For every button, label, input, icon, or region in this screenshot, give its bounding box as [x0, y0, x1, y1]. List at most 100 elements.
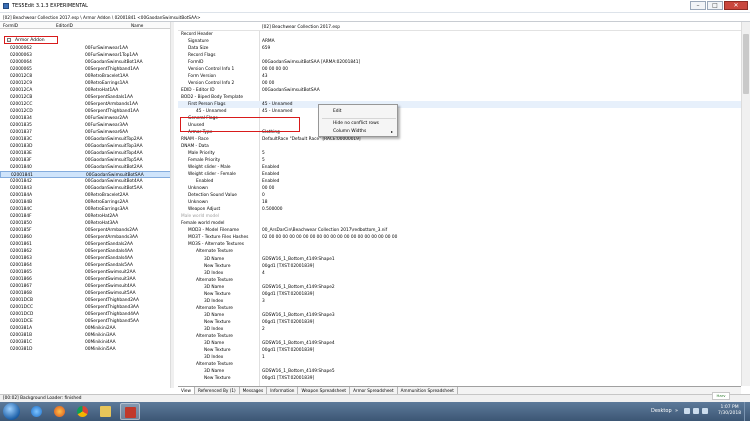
record-field-row[interactable]: New Texture 00gd1 [TXST:02001839]	[178, 375, 741, 382]
record-field-row[interactable]: 3D Index 2	[178, 326, 741, 333]
tree-record-row[interactable]: 020012CC 00SerpentArmbands1AA	[0, 101, 172, 108]
field-value[interactable]: 00GaodanSwimsuitBotSAA	[262, 87, 320, 94]
record-field-row[interactable]: Male world model	[178, 213, 741, 220]
tree-record-row[interactable]: 020012C8 00RetroBracelet1AA	[0, 73, 172, 80]
record-field-row[interactable]: Weight slider - Female Enabled	[178, 171, 741, 178]
record-field-row[interactable]: First Person Flags 45 - Unnamed	[178, 101, 741, 109]
tree-record-row[interactable]: 020012CD 00SerpentThighband1AA	[0, 108, 172, 115]
tree-record-row[interactable]: 02001864 00SerpentSandals5AA	[0, 262, 172, 269]
taskbar-chrome-button[interactable]	[73, 403, 93, 420]
field-value[interactable]: 4	[262, 270, 265, 277]
tray-volume-icon[interactable]	[702, 408, 708, 414]
scrollbar-thumb[interactable]	[743, 34, 749, 94]
tree-record-row[interactable]: 02001865 00SerpentSwimsuit2AA	[0, 269, 172, 276]
record-field-row[interactable]: Alternate Texture	[178, 248, 741, 255]
record-field-row[interactable]: 3D Name GDSW16_1_Bottom_4149:Shape3	[178, 312, 741, 319]
close-button[interactable]: ✕	[724, 1, 748, 10]
tree-record-row[interactable]: 02000065 00SerpentThighband1AA	[0, 66, 172, 73]
tree-record-row[interactable]: 0200184C 00RetroEarrings3AA	[0, 206, 172, 213]
record-field-row[interactable]: New Texture 00gd1 [TXST:02001839]	[178, 263, 741, 270]
tree-record-row[interactable]: 020012C9 00RetroEarrings1AA	[0, 80, 172, 87]
record-field-row[interactable]: Version Control Info 1 00 00 00 00	[178, 66, 741, 73]
field-value[interactable]: 1	[262, 354, 265, 361]
tree-record-row[interactable]: 02001860 00SerpentArmbands3AA	[0, 234, 172, 241]
tree-record-row[interactable]: 02001850 00RetroHat3AA	[0, 220, 172, 227]
tree-node-armor-addon[interactable]: - Armor Addon	[4, 36, 58, 44]
tree-record-row[interactable]: 0200185F 00SerpentArmbands2AA	[0, 227, 172, 234]
tree-record-row[interactable]: 02000063 00FurSwimwear1Top1AA	[0, 52, 172, 59]
field-value[interactable]: 0.500000	[262, 206, 283, 213]
field-value[interactable]: GDSW16_1_Bottom_4149:Shape5	[262, 368, 335, 375]
tree-record-row[interactable]: 02001DCD 00SerpentThighband4AA	[0, 311, 172, 318]
field-value[interactable]: 45 - Unnamed	[262, 108, 293, 115]
field-value[interactable]: 00gd1 [TXST:02001839]	[262, 319, 314, 326]
tree-record-row[interactable]: 0200184A 00RetroBracelet2AA	[0, 192, 172, 199]
taskbar-firefox-button[interactable]	[50, 403, 70, 420]
field-value[interactable]: 18	[262, 199, 267, 206]
tree-record-row[interactable]: 02001834 00FurSwimwear2AA	[0, 115, 172, 122]
record-field-row[interactable]: Male Priority 5	[178, 150, 741, 157]
field-value[interactable]: GDSW16_1_Bottom_4149:Shape3	[262, 312, 335, 319]
field-value[interactable]: 0	[262, 192, 265, 199]
record-field-row[interactable]: DNAM - Data	[178, 143, 741, 150]
field-value[interactable]: 00gd1 [TXST:02001839]	[262, 347, 314, 354]
field-value[interactable]: GDSW16_1_Bottom_4149:Shape4	[262, 340, 335, 347]
field-value[interactable]: 5	[262, 150, 265, 157]
record-field-row[interactable]: 3D Index 3	[178, 298, 741, 305]
record-field-row[interactable]: Data Size 659	[178, 45, 741, 52]
field-value[interactable]: 5	[262, 157, 265, 164]
maximize-button[interactable]: □	[707, 1, 723, 10]
record-field-row[interactable]: 3D Index 1	[178, 354, 741, 361]
tree-record-row[interactable]: 02000064 00GaodanSwimsuitBot1AA	[0, 59, 172, 66]
tree-record-row[interactable]: 020012CA 00RetroHat1AA	[0, 87, 172, 94]
tree-record-row[interactable]: 0200184F 00RetroHat2AA	[0, 213, 172, 220]
record-field-row[interactable]: MOD3 - Model Filename 00_ArsDarCin\Beachw…	[178, 227, 741, 234]
record-field-row[interactable]: MO3S - Alternate Textures	[178, 241, 741, 248]
tree-record-row[interactable]: 02001863 00SerpentSandals4AA	[0, 255, 172, 262]
tree-record-row[interactable]: 02001835 00FurSwimwear3AA	[0, 122, 172, 129]
record-field-row[interactable]: Female world model	[178, 220, 741, 227]
field-value[interactable]: DefaultRace "Default Race" [RACE:0000001…	[262, 136, 361, 143]
field-value[interactable]: 00gd1 [TXST:02001839]	[262, 291, 314, 298]
record-field-row[interactable]: Alternate Texture	[178, 333, 741, 340]
tree-record-row[interactable]: 02001866 00SerpentSwimsuit3AA	[0, 276, 172, 283]
record-field-row[interactable]: Signature ARMA	[178, 38, 741, 45]
record-field-row[interactable]: 3D Index 4	[178, 270, 741, 277]
tree-record-row[interactable]: 02001843 00GaodanSwimsuitBot5AA	[0, 185, 172, 192]
field-value[interactable]: Enabled	[262, 178, 279, 185]
tree-record-row[interactable]: 02001841 00GaodanSwimsuitBotSAA	[0, 171, 172, 178]
tree-record-row[interactable]: 0200183E 00GaodanSwimsuitTop4AA	[0, 150, 172, 157]
tray-flag-icon[interactable]	[684, 408, 690, 414]
harvest-badge[interactable]: Harv	[712, 392, 730, 400]
field-value[interactable]: 659	[262, 45, 270, 52]
field-value[interactable]: 2	[262, 326, 265, 333]
tree-record-row[interactable]: 02001842 00GaodanSwimsuitBot4AA	[0, 178, 172, 185]
record-field-row[interactable]: Record Header	[178, 31, 741, 38]
tray-clock[interactable]: 1:07 PM 7/30/2018	[718, 405, 741, 417]
record-field-row[interactable]: New Texture 00gd1 [TXST:02001839]	[178, 347, 741, 354]
field-value[interactable]: 00 00	[262, 80, 274, 87]
col-formid[interactable]: FormID	[3, 23, 18, 28]
record-field-row[interactable]: Form Version 43	[178, 73, 741, 80]
tree-record-row[interactable]: 02001DCC 00SerpentThighband3AA	[0, 304, 172, 311]
taskbar-tes5edit-button[interactable]	[120, 403, 140, 420]
field-value[interactable]: 00gd1 [TXST:02001839]	[262, 263, 314, 270]
record-field-row[interactable]: BOD2 - Biped Body Template	[178, 94, 741, 101]
record-field-row[interactable]: RNAM - Race DefaultRace "Default Race" [R…	[178, 136, 741, 143]
field-value[interactable]: GDSW16_1_Bottom_4149:Shape1	[262, 256, 335, 263]
taskbar-ie-button[interactable]	[27, 403, 47, 420]
record-field-row[interactable]: Female Priority 5	[178, 157, 741, 164]
record-field-row[interactable]: 3D Name GDSW16_1_Bottom_4149:Shape4	[178, 340, 741, 347]
plugin-column-header[interactable]: [02] Beachwear Collection 2017.esp	[262, 25, 340, 30]
record-field-row[interactable]: Unknown 00 00	[178, 185, 741, 192]
record-field-row[interactable]: Unknown 18	[178, 199, 741, 206]
tree-record-row[interactable]: 0200381A 00Minikini2AA	[0, 325, 172, 332]
field-value[interactable]: ARMA	[262, 38, 275, 45]
tree-record-row[interactable]: 02001840 00GaodanSwimsuitBot2AA	[0, 164, 172, 171]
record-field-row[interactable]: Weight slider - Male Enabled	[178, 164, 741, 171]
record-field-row[interactable]: 45 - Unnamed 45 - Unnamed	[178, 108, 741, 115]
field-value[interactable]: 00GaodanSwimsuitBotSAA [ARMA:02001841]	[262, 59, 360, 66]
tree-record-row[interactable]: 0200183F 00GaodanSwimsuitTop5AA	[0, 157, 172, 164]
record-field-row[interactable]: Enabled Enabled	[178, 178, 741, 185]
record-field-row[interactable]: EDID - Editor ID 00GaodanSwimsuitBotSAA	[178, 87, 741, 94]
